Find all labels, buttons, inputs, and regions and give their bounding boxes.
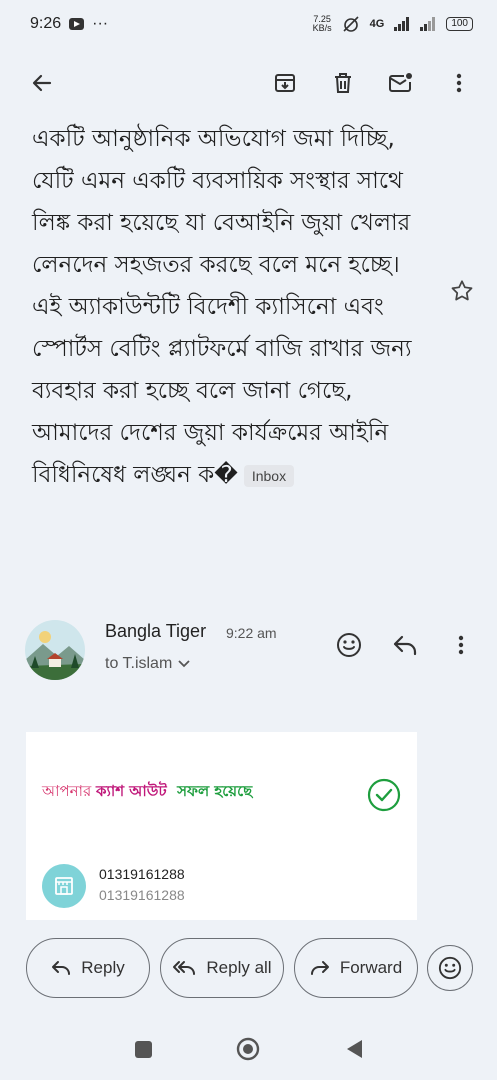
- reply-all-label: Reply all: [206, 958, 272, 977]
- status-bar: 9:26 ··· 7.25 KB/s 4G 100: [0, 0, 497, 48]
- archive-icon: [275, 74, 295, 92]
- reply-label: Reply: [81, 958, 125, 977]
- check-circle-icon: [367, 778, 401, 812]
- net-speed: 7.25 KB/s: [313, 15, 332, 33]
- delete-button[interactable]: [327, 67, 359, 99]
- status-more-dots: ···: [92, 15, 109, 32]
- recipient-toggle[interactable]: to T.islam: [105, 655, 190, 673]
- message-more-button[interactable]: [445, 629, 477, 661]
- forward-button[interactable]: Forward: [294, 938, 418, 998]
- reply-all-button[interactable]: Reply all: [160, 938, 284, 998]
- more-vert-icon: [456, 73, 462, 93]
- app-actions: [269, 67, 475, 99]
- sender-time: 9:22 am: [226, 625, 277, 641]
- forward-label: Forward: [339, 958, 403, 977]
- signal-icon: [394, 17, 410, 31]
- archive-button[interactable]: [269, 67, 301, 99]
- star-icon: [451, 280, 473, 301]
- net-speed-unit: KB/s: [312, 23, 332, 33]
- add-reaction-button[interactable]: [333, 629, 365, 661]
- email-content-card: আপনার ক্যাশ আউট সফল হয়েছে 01319161288 0…: [26, 732, 417, 920]
- app-bar: [0, 55, 497, 111]
- account-number-primary: 01319161288: [99, 866, 185, 882]
- battery-indicator: 100: [446, 17, 473, 31]
- emoji-icon: [438, 956, 462, 980]
- home-button[interactable]: [236, 1037, 260, 1061]
- system-nav-bar: [0, 1022, 497, 1080]
- landscape-avatar-icon: [25, 620, 85, 680]
- react-emoji-button[interactable]: [427, 945, 473, 991]
- cashout-prefix: আপনার: [42, 782, 97, 800]
- cashout-message: আপনার ক্যাশ আউট সফল হয়েছে: [42, 780, 252, 805]
- sender-row: Bangla Tiger 9:22 am to T.islam: [0, 615, 497, 685]
- status-right: 7.25 KB/s 4G 100: [313, 15, 473, 33]
- inbox-label-badge[interactable]: Inbox: [243, 464, 295, 487]
- message-body-text: একটি আনুষ্ঠানিক অভিযোগ জমা দিচ্ছি, যেটি …: [32, 126, 412, 488]
- status-left: 9:26 ···: [30, 15, 108, 33]
- chevron-down-icon: [178, 660, 190, 668]
- emoji-icon: [337, 633, 361, 657]
- reply-icon: [52, 961, 71, 975]
- reply-button[interactable]: Reply: [26, 938, 150, 998]
- sender-actions: [333, 629, 477, 661]
- reply-all-icon: [173, 961, 196, 975]
- reply-bar: Reply Reply all Forward: [26, 938, 476, 1002]
- store-icon: [55, 877, 73, 895]
- mark-unread-button[interactable]: [385, 67, 417, 99]
- arrow-back-icon: [32, 74, 52, 92]
- message-body: একটি আনুষ্ঠানিক অভিযোগ জমা দিচ্ছি, যেটি …: [32, 118, 432, 496]
- status-time: 9:26: [30, 15, 62, 32]
- alarm-off-icon: [343, 16, 359, 32]
- system-back-button[interactable]: [345, 1039, 363, 1059]
- network-type: 4G: [369, 18, 385, 30]
- cashout-success: সফল হয়েছে: [166, 782, 253, 800]
- signal-secondary-icon: [420, 17, 436, 31]
- recent-apps-button[interactable]: [135, 1041, 152, 1058]
- youtube-notification-icon: [69, 18, 85, 30]
- sender-name[interactable]: Bangla Tiger: [105, 621, 206, 642]
- star-button[interactable]: [449, 278, 475, 304]
- cashout-label: ক্যাশ আউট: [96, 782, 167, 800]
- more-vert-icon: [458, 635, 464, 655]
- sender-avatar[interactable]: [25, 620, 85, 680]
- reply-icon: [393, 635, 417, 656]
- more-options-button[interactable]: [443, 67, 475, 99]
- reply-icon-button[interactable]: [389, 629, 421, 661]
- recipient-text: to T.islam: [105, 655, 173, 672]
- back-button[interactable]: [26, 67, 58, 99]
- trash-icon: [335, 73, 351, 93]
- store-avatar: [42, 864, 86, 908]
- account-number-secondary: 01319161288: [99, 887, 185, 903]
- forward-icon: [310, 961, 329, 975]
- mark-unread-icon: [389, 73, 412, 92]
